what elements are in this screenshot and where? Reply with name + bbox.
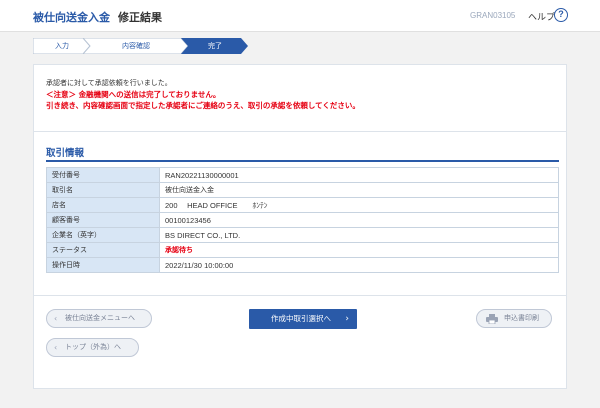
button-label: トップ（外為）へ bbox=[65, 343, 121, 351]
row-value: 被仕向送金入金 bbox=[159, 182, 559, 198]
row-label: 店名 bbox=[46, 197, 160, 213]
table-row: 企業名（英字） BS DIRECT CO., LTD. bbox=[46, 227, 559, 243]
divider bbox=[34, 295, 566, 296]
row-value: RAN20221130000001 bbox=[159, 167, 559, 183]
help-link[interactable]: ヘルプ bbox=[528, 10, 555, 23]
result-message: 承認者に対して承認依頼を行いました。 ＜注意＞ 金融機関への送信は完了しておりま… bbox=[46, 78, 360, 111]
back-to-menu-button[interactable]: ‹ 被仕向送金メニューへ bbox=[46, 309, 152, 328]
row-label: 操作日時 bbox=[46, 257, 160, 273]
section-title: 取引情報 bbox=[46, 148, 85, 159]
back-to-top-button[interactable]: ‹ トップ（外為）へ bbox=[46, 338, 139, 357]
row-value: 2022/11/30 10:00:00 bbox=[159, 257, 559, 273]
row-label: 取引名 bbox=[46, 182, 160, 198]
page-title: 被仕向送金入金 bbox=[33, 11, 110, 24]
step-label: 内容確認 bbox=[122, 42, 150, 50]
message-line: 承認者に対して承認依頼を行いました。 bbox=[46, 79, 172, 87]
warning-line: 引き続き、内容確認画面で指定した承認者にご連絡のうえ、取引の承認を依頼してくださ… bbox=[46, 101, 360, 110]
print-application-button[interactable]: 申込書印刷 bbox=[476, 309, 552, 328]
progress-stepper: 入力 内容確認 完了 bbox=[33, 38, 253, 54]
step-confirm: 内容確認 bbox=[83, 38, 189, 54]
row-value: 00100123456 bbox=[159, 212, 559, 228]
row-label: 顧客番号 bbox=[46, 212, 160, 228]
section-underline bbox=[46, 160, 559, 162]
chevron-right-icon: › bbox=[345, 314, 349, 324]
table-row: 取引名 被仕向送金入金 bbox=[46, 182, 559, 198]
printer-icon bbox=[486, 314, 498, 331]
select-draft-transaction-button[interactable]: 作成中取引選択へ › bbox=[249, 309, 357, 329]
chevron-left-icon: ‹ bbox=[54, 314, 58, 323]
help-icon[interactable]: ? bbox=[554, 8, 568, 22]
step-label: 完了 bbox=[208, 42, 222, 50]
row-label: 受付番号 bbox=[46, 167, 160, 183]
button-label: 申込書印刷 bbox=[504, 314, 539, 322]
step-complete: 完了 bbox=[181, 38, 249, 54]
chevron-left-icon: ‹ bbox=[54, 343, 58, 352]
table-row: 操作日時 2022/11/30 10:00:00 bbox=[46, 257, 559, 273]
divider bbox=[34, 131, 566, 132]
app-header: 被仕向送金入金 修正結果 GRAN03105 ヘルプ ? bbox=[0, 0, 600, 32]
table-row: 店名 200 HEAD OFFICE ﾎﾝﾃﾝ bbox=[46, 197, 559, 213]
button-label: 作成中取引選択へ bbox=[271, 314, 331, 323]
result-card: 承認者に対して承認依頼を行いました。 ＜注意＞ 金融機関への送信は完了しておりま… bbox=[33, 64, 567, 389]
table-row: ステータス 承認待ち bbox=[46, 242, 559, 258]
status-value: 承認待ち bbox=[159, 242, 559, 258]
table-row: 顧客番号 00100123456 bbox=[46, 212, 559, 228]
table-row: 受付番号 RAN20221130000001 bbox=[46, 167, 559, 183]
transaction-info-table: 受付番号 RAN20221130000001 取引名 被仕向送金入金 店名 20… bbox=[46, 167, 559, 273]
row-label: 企業名（英字） bbox=[46, 227, 160, 243]
row-label: ステータス bbox=[46, 242, 160, 258]
button-label: 被仕向送金メニューへ bbox=[65, 314, 135, 322]
warning-line: ＜注意＞ 金融機関への送信は完了しておりません。 bbox=[46, 90, 221, 99]
row-value: BS DIRECT CO., LTD. bbox=[159, 227, 559, 243]
screen-code: GRAN03105 bbox=[470, 11, 516, 20]
row-value: 200 HEAD OFFICE ﾎﾝﾃﾝ bbox=[159, 197, 559, 213]
page-subtitle: 修正結果 bbox=[118, 11, 162, 24]
